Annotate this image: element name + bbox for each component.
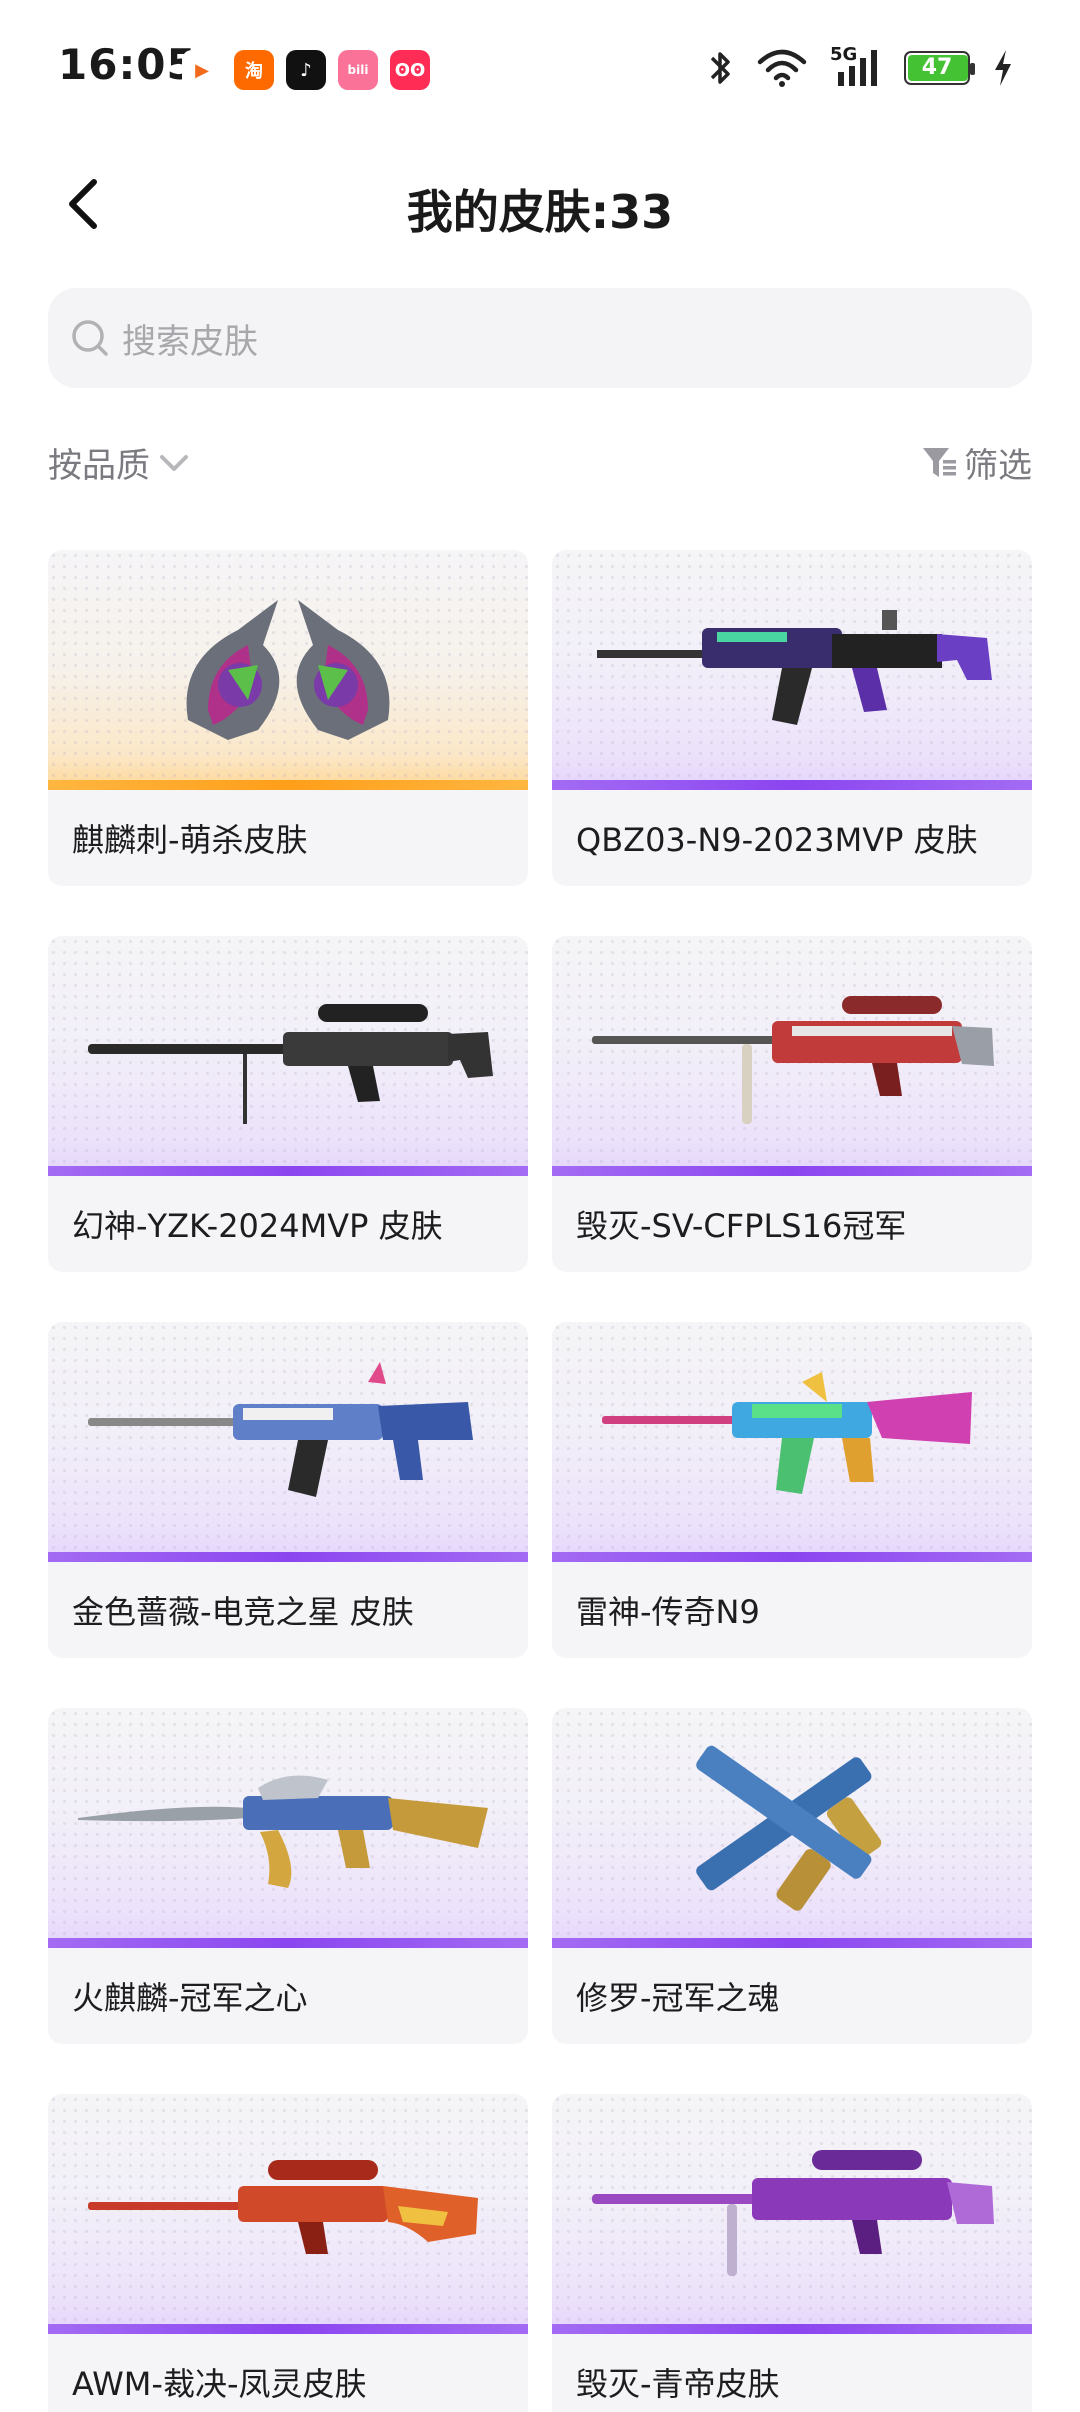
battery-cap <box>970 63 975 75</box>
chevron-down-icon <box>160 454 188 471</box>
skin-card[interactable]: 修罗-冠军之魂 <box>552 1708 1032 2044</box>
ak-gold-icon <box>78 1775 488 1888</box>
skin-name: 毁灭-SV-CFPLS16冠军 <box>576 1207 907 1245</box>
rarity-bar <box>48 1552 528 1562</box>
filter-icon <box>923 447 956 477</box>
cellular-signal: 5G <box>830 44 882 88</box>
skin-image <box>48 550 528 790</box>
battery-level: 47 <box>921 55 953 80</box>
sniper-red-icon <box>592 996 994 1124</box>
skin-name: 火麒麟-冠军之心 <box>72 1979 308 2017</box>
sort-label: 按品质 <box>48 446 150 486</box>
skin-image <box>552 1708 1032 1948</box>
skin-image <box>48 936 528 1176</box>
dual-blades-icon <box>186 600 390 740</box>
rifle-rainbow-icon <box>602 1372 972 1494</box>
rarity-bar <box>48 2324 528 2334</box>
signal-bars-icon <box>838 50 877 86</box>
rarity-bar <box>552 780 1032 790</box>
bilibili-icon: bili <box>338 50 378 90</box>
douyin-icon: ♪ <box>286 50 326 90</box>
skin-image <box>552 936 1032 1176</box>
filter-button[interactable]: 筛选 <box>920 438 1032 487</box>
skin-card[interactable]: 毁灭-青帝皮肤 <box>552 2094 1032 2412</box>
wifi-icon <box>757 49 807 87</box>
rarity-bar <box>48 780 528 790</box>
crossed-pistols-icon <box>696 1745 882 1911</box>
awm-red-icon <box>88 2160 478 2254</box>
skin-name: 毁灭-青帝皮肤 <box>576 2365 780 2403</box>
rarity-bar <box>48 1166 528 1176</box>
search-placeholder: 搜索皮肤 <box>122 321 258 362</box>
rarity-bar <box>552 1552 1032 1562</box>
skin-card[interactable]: 幻神-YZK-2024MVP 皮肤 <box>48 936 528 1272</box>
sniper-purple-icon <box>592 2150 994 2276</box>
skin-image <box>552 550 1032 790</box>
skin-image <box>48 2094 528 2334</box>
status-time: 16:05 <box>58 40 197 89</box>
charging-icon <box>995 50 1011 86</box>
skin-image <box>48 1708 528 1948</box>
rarity-bar <box>552 1166 1032 1176</box>
status-bar: 16:05 ▶ 淘 ♪ bili ʘʘ 5G 47 <box>0 0 1080 120</box>
rarity-bar <box>48 1938 528 1948</box>
search-icon <box>72 320 108 356</box>
taobao-icon: 淘 <box>234 50 274 90</box>
skin-image <box>552 2094 1032 2334</box>
pig-app-icon: ʘʘ <box>390 50 430 90</box>
page-header: 我的皮肤:33 <box>0 150 1080 260</box>
sniper-black-icon <box>88 1004 493 1124</box>
skin-card[interactable]: 毁灭-SV-CFPLS16冠军 <box>552 936 1032 1272</box>
skin-card[interactable]: 雷神-传奇N9 <box>552 1322 1032 1658</box>
skin-name: 修罗-冠军之魂 <box>576 1979 780 2017</box>
battery-indicator: 47 <box>904 51 975 85</box>
skin-grid: 麒麟刺-萌杀皮肤 QBZ03-N9-2023MVP 皮肤 幻神-YZK-2024… <box>48 550 1032 2412</box>
skin-card[interactable]: QBZ03-N9-2023MVP 皮肤 <box>552 550 1032 886</box>
skin-name: QBZ03-N9-2023MVP 皮肤 <box>576 821 978 859</box>
skin-card[interactable]: AWM-裁决-凤灵皮肤 <box>48 2094 528 2412</box>
skin-image <box>48 1322 528 1562</box>
status-indicators: 5G 47 <box>706 44 1014 88</box>
rifle-blue-icon <box>88 1362 473 1497</box>
sort-by-quality-dropdown[interactable]: 按品质 <box>48 438 192 487</box>
filter-label: 筛选 <box>964 446 1032 486</box>
photo-app-icon: ▶ <box>182 50 222 90</box>
skin-name: 幻神-YZK-2024MVP 皮肤 <box>72 1207 443 1245</box>
skin-card[interactable]: 金色蔷薇-电竞之星 皮肤 <box>48 1322 528 1658</box>
skin-name: 金色蔷薇-电竞之星 皮肤 <box>72 1593 414 1631</box>
skin-card[interactable]: 麒麟刺-萌杀皮肤 <box>48 550 528 886</box>
bluetooth-icon <box>710 52 730 84</box>
skin-card[interactable]: 火麒麟-冠军之心 <box>48 1708 528 2044</box>
page-title: 我的皮肤:33 <box>406 185 674 239</box>
notification-app-icons: ▶ 淘 ♪ bili ʘʘ <box>182 50 430 90</box>
rarity-bar <box>552 1938 1032 1948</box>
skin-image <box>552 1322 1032 1562</box>
rarity-bar <box>552 2324 1032 2334</box>
skin-name: 雷神-传奇N9 <box>576 1593 760 1631</box>
skin-name: AWM-裁决-凤灵皮肤 <box>72 2365 367 2403</box>
rifle-purple-icon <box>597 610 992 725</box>
search-input[interactable]: 搜索皮肤 <box>48 288 1032 388</box>
skin-name: 麒麟刺-萌杀皮肤 <box>72 821 308 859</box>
